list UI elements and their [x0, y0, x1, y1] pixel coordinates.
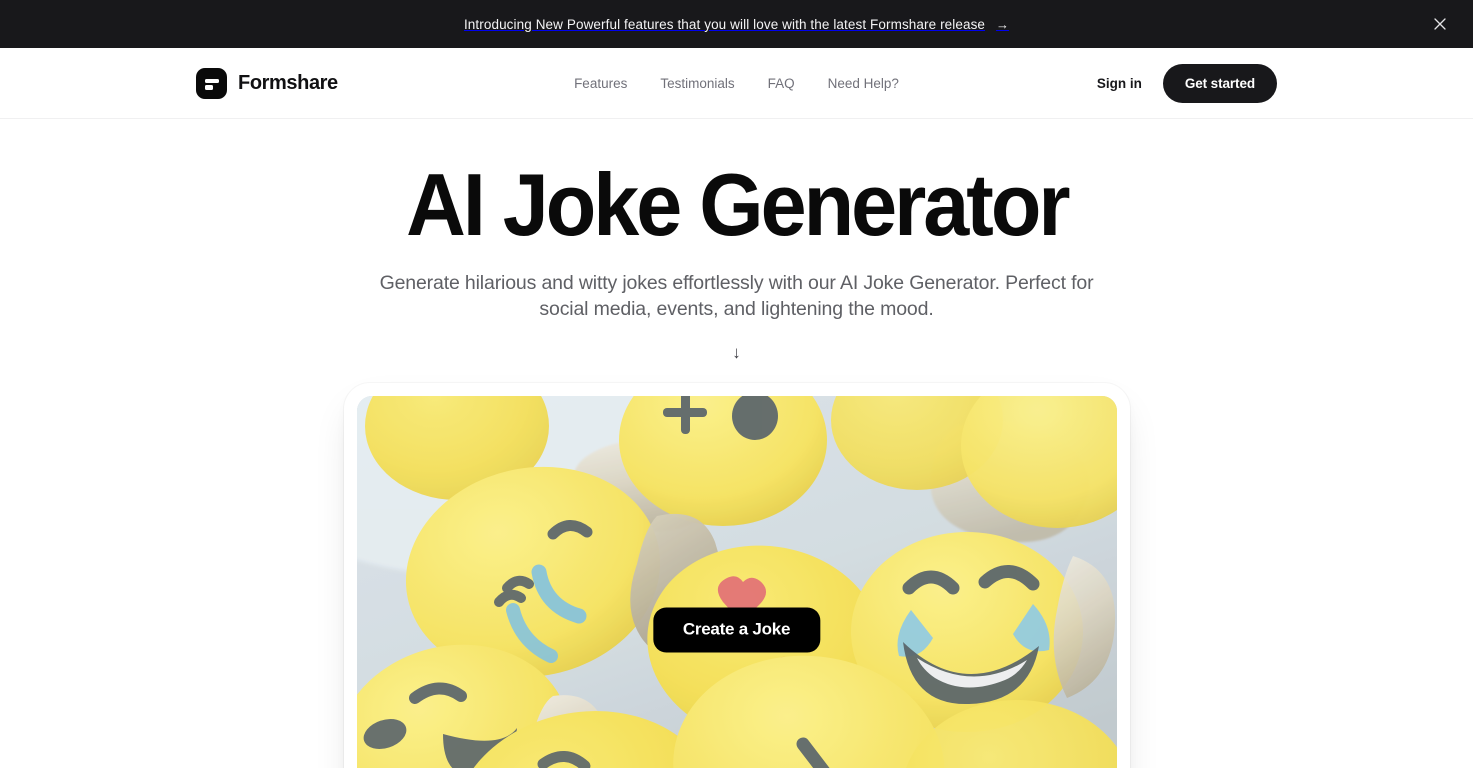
- nav-item-features[interactable]: Features: [574, 76, 627, 91]
- sign-in-button[interactable]: Sign in: [1097, 76, 1142, 91]
- announcement-text: Introducing New Powerful features that y…: [463, 16, 986, 32]
- arrow-right-icon: →: [996, 16, 1010, 32]
- scroll-down-icon[interactable]: ↓: [732, 344, 741, 361]
- announcement-link[interactable]: Introducing New Powerful features that y…: [464, 17, 1009, 32]
- nav-item-faq[interactable]: FAQ: [768, 76, 795, 91]
- create-a-joke-button[interactable]: Create a Joke: [652, 607, 821, 653]
- announcement-banner: Introducing New Powerful features that y…: [0, 0, 1473, 48]
- close-icon[interactable]: [1429, 13, 1451, 35]
- formshare-logo-icon: [196, 67, 227, 99]
- brand-logo[interactable]: Formshare: [196, 67, 338, 99]
- brand-name: Formshare: [238, 71, 338, 94]
- cta-overlay: Create a Joke: [652, 607, 821, 653]
- page-title: AI Joke Generator: [405, 155, 1070, 254]
- hero-section: AI Joke Generator Generate hilarious and…: [0, 119, 1473, 768]
- site-header: Formshare Features Testimonials FAQ Need…: [0, 48, 1473, 119]
- nav-item-need-help[interactable]: Need Help?: [828, 76, 899, 91]
- nav-item-testimonials[interactable]: Testimonials: [660, 76, 734, 91]
- get-started-button[interactable]: Get started: [1162, 63, 1277, 103]
- emoji-eggs-image: Create a Joke: [356, 396, 1117, 768]
- hero-media-card: Create a Joke: [343, 383, 1130, 768]
- header-actions: Sign in Get started: [1097, 63, 1277, 103]
- hero-subtitle: Generate hilarious and witty jokes effor…: [379, 272, 1094, 320]
